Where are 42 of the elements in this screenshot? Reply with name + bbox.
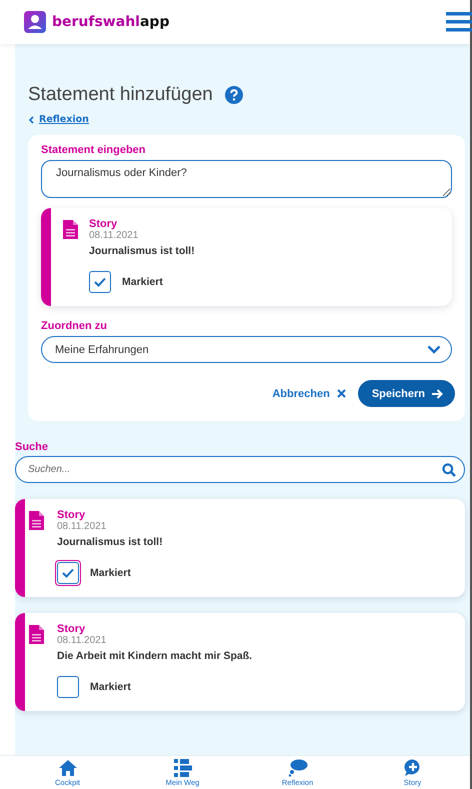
checkmark-icon — [62, 568, 74, 578]
checkbox[interactable] — [88, 270, 110, 292]
house-icon — [58, 759, 78, 777]
story-type: Story — [57, 623, 86, 635]
story-type: Story — [57, 509, 86, 521]
search-label: Suche — [15, 441, 50, 453]
cancel-button[interactable]: Abbrechen — [270, 384, 348, 404]
arrow-right-icon — [432, 388, 443, 398]
story-text: Die Arbeit mit Kindern macht mir Spaß. — [57, 650, 252, 662]
document-icon — [63, 220, 78, 239]
close-icon — [336, 389, 346, 398]
list-icon — [174, 759, 192, 777]
search-icon[interactable] — [442, 462, 456, 476]
story-date: 08.11.2021 — [57, 521, 108, 532]
checkbox-label: Markiert — [90, 680, 131, 692]
document-icon — [29, 511, 44, 530]
logo-icon — [24, 11, 46, 33]
story-text: Journalismus ist toll! — [57, 536, 163, 548]
story-date: 08.11.2021 — [57, 635, 108, 646]
save-button[interactable]: Speichern — [358, 380, 455, 407]
story-text: Journalismus ist toll! — [89, 245, 195, 257]
field-label: Statement eingeben — [41, 144, 147, 156]
assign-dropdown[interactable]: Meine Erfahrungen — [41, 336, 452, 363]
story-date: 08.11.2021 — [89, 230, 140, 241]
help-icon[interactable] — [224, 86, 243, 104]
chevron-down-icon — [427, 345, 441, 354]
checkbox[interactable] — [56, 676, 78, 698]
back-link[interactable]: Reflexion — [28, 114, 89, 125]
chat-plus-icon — [404, 759, 422, 777]
thought-bubble-icon — [288, 759, 308, 777]
checkbox-label: Markiert — [122, 276, 163, 288]
statement-field[interactable]: Journalismus oder Kinder? — [41, 160, 452, 198]
document-icon — [29, 625, 44, 644]
checkmark-icon — [94, 276, 106, 286]
brand-name[interactable]: berufswahlapp — [52, 14, 170, 30]
field-label: Zuordnen zu — [41, 320, 108, 332]
checkbox-label: Markiert — [90, 566, 131, 578]
chevron-left-icon — [28, 116, 34, 124]
menu-icon[interactable] — [446, 10, 472, 34]
page-title: Statement hinzufügen — [28, 84, 213, 106]
story-type: Story — [89, 218, 118, 230]
search-field[interactable]: Suchen... — [15, 456, 465, 483]
